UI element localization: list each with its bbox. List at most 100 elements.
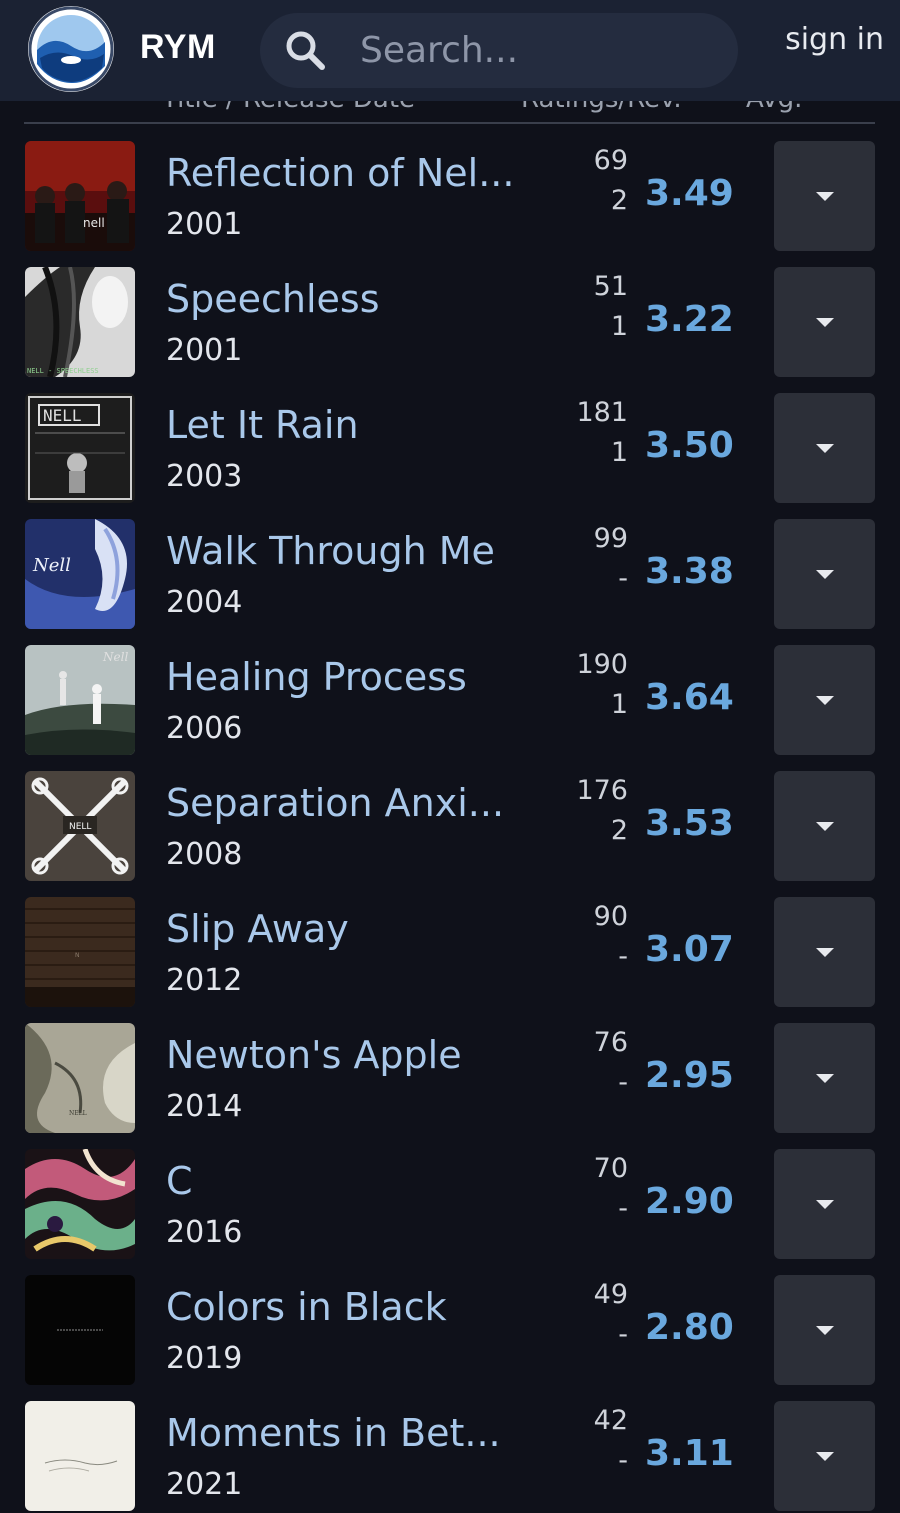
release-row[interactable]: Nell Walk Through Me 2004 99 - 3.38	[0, 519, 900, 629]
release-menu-button[interactable]	[774, 1275, 875, 1385]
average-rating: 3.49	[645, 173, 734, 214]
release-menu-button[interactable]	[774, 1149, 875, 1259]
reviews-count: 1	[610, 437, 628, 468]
release-title[interactable]: Newton's Apple	[166, 1033, 462, 1077]
release-row[interactable]: nell Reflection of Nel... 2001 69 2 3.49	[0, 141, 900, 251]
reviews-count: -	[618, 563, 628, 594]
release-title[interactable]: Slip Away	[166, 907, 349, 951]
release-title[interactable]: Moments in Bet...	[166, 1411, 501, 1455]
reviews-count: 2	[610, 815, 628, 846]
release-row[interactable]: NELL Newton's Apple 2014 76 - 2.95	[0, 1023, 900, 1133]
brand-name[interactable]: RYM	[140, 28, 216, 67]
release-menu-button[interactable]	[774, 519, 875, 629]
album-cover[interactable]	[25, 1275, 135, 1385]
ratings-count: 90	[593, 901, 628, 932]
svg-text:NELL: NELL	[69, 822, 91, 832]
svg-text:NELL - SPEECHLESS: NELL - SPEECHLESS	[27, 367, 99, 375]
svg-text:Nell: Nell	[32, 555, 71, 576]
svg-text:nell: nell	[83, 216, 105, 230]
release-row[interactable]: Nell Healing Process 2006 190 1 3.64	[0, 645, 900, 755]
release-row[interactable]: N Slip Away 2012 90 - 3.07	[0, 897, 900, 1007]
release-title[interactable]: Healing Process	[166, 655, 467, 699]
album-cover[interactable]: NELL	[25, 393, 135, 503]
release-title[interactable]: Walk Through Me	[166, 529, 495, 573]
average-rating: 3.38	[645, 551, 734, 592]
album-cover[interactable]: NELL	[25, 1023, 135, 1133]
release-row[interactable]: NELL Separation Anxi... 2008 176 2 3.53	[0, 771, 900, 881]
reviews-count: 1	[610, 311, 628, 342]
search-input[interactable]: Search...	[260, 13, 738, 88]
caret-down-icon	[816, 570, 834, 579]
release-row[interactable]: NELL - SPEECHLESS Speechless 2001 51 1 3…	[0, 267, 900, 377]
release-title[interactable]: Reflection of Nel...	[166, 151, 514, 195]
caret-down-icon	[816, 1326, 834, 1335]
release-row[interactable]: C 2016 70 - 2.90	[0, 1149, 900, 1259]
album-cover[interactable]	[25, 1149, 135, 1259]
release-title[interactable]: Colors in Black	[166, 1285, 447, 1329]
album-cover[interactable]: nell	[25, 141, 135, 251]
sign-in-link[interactable]: sign in	[785, 22, 884, 57]
ratings-count: 181	[576, 397, 628, 428]
album-cover[interactable]: N	[25, 897, 135, 1007]
release-year: 2001	[166, 333, 243, 368]
caret-down-icon	[816, 1074, 834, 1083]
release-year: 2012	[166, 963, 243, 998]
release-menu-button[interactable]	[774, 393, 875, 503]
release-row[interactable]: Colors in Black 2019 49 - 2.80	[0, 1275, 900, 1385]
release-year: 2019	[166, 1341, 243, 1376]
release-menu-button[interactable]	[774, 267, 875, 377]
release-year: 2003	[166, 459, 243, 494]
search-icon	[286, 31, 325, 70]
svg-text:NELL: NELL	[43, 406, 82, 425]
average-rating: 3.53	[645, 803, 734, 844]
svg-text:N: N	[75, 952, 80, 959]
album-cover[interactable]: NELL	[25, 771, 135, 881]
release-title[interactable]: Separation Anxi...	[166, 781, 504, 825]
ratings-count: 190	[576, 649, 628, 680]
release-menu-button[interactable]	[774, 1023, 875, 1133]
average-rating: 3.07	[645, 929, 734, 970]
release-year: 2016	[166, 1215, 243, 1250]
average-rating: 2.90	[645, 1181, 734, 1222]
release-menu-button[interactable]	[774, 1401, 875, 1511]
reviews-count: 1	[610, 689, 628, 720]
caret-down-icon	[816, 1452, 834, 1461]
release-row[interactable]: NELL Let It Rain 2003 181 1 3.50	[0, 393, 900, 503]
release-title[interactable]: C	[166, 1159, 193, 1203]
caret-down-icon	[816, 948, 834, 957]
reviews-count: 2	[610, 185, 628, 216]
average-rating: 3.22	[645, 299, 734, 340]
ratings-count: 69	[593, 145, 628, 176]
ratings-count: 76	[593, 1027, 628, 1058]
ratings-count: 176	[576, 775, 628, 806]
release-row[interactable]: Moments in Bet... 2021 42 - 3.11	[0, 1401, 900, 1511]
ratings-count: 49	[593, 1279, 628, 1310]
average-rating: 3.50	[645, 425, 734, 466]
release-menu-button[interactable]	[774, 645, 875, 755]
caret-down-icon	[816, 192, 834, 201]
release-menu-button[interactable]	[774, 771, 875, 881]
album-cover[interactable]: NELL - SPEECHLESS	[25, 267, 135, 377]
caret-down-icon	[816, 318, 834, 327]
release-title[interactable]: Speechless	[166, 277, 380, 321]
release-title[interactable]: Let It Rain	[166, 403, 359, 447]
ratings-count: 70	[593, 1153, 628, 1184]
release-menu-button[interactable]	[774, 897, 875, 1007]
album-cover[interactable]	[25, 1401, 135, 1511]
average-rating: 2.80	[645, 1307, 734, 1348]
release-year: 2006	[166, 711, 243, 746]
caret-down-icon	[816, 822, 834, 831]
release-year: 2021	[166, 1467, 243, 1502]
reviews-count: -	[618, 1445, 628, 1476]
svg-text:NELL: NELL	[69, 1110, 87, 1117]
album-cover[interactable]: Nell	[25, 519, 135, 629]
ratings-count: 42	[593, 1405, 628, 1436]
rym-logo-icon[interactable]	[28, 6, 114, 92]
release-menu-button[interactable]	[774, 141, 875, 251]
album-cover[interactable]: Nell	[25, 645, 135, 755]
reviews-count: -	[618, 1067, 628, 1098]
reviews-count: -	[618, 1319, 628, 1350]
ratings-count: 99	[593, 523, 628, 554]
header-divider	[24, 122, 875, 124]
release-year: 2004	[166, 585, 243, 620]
